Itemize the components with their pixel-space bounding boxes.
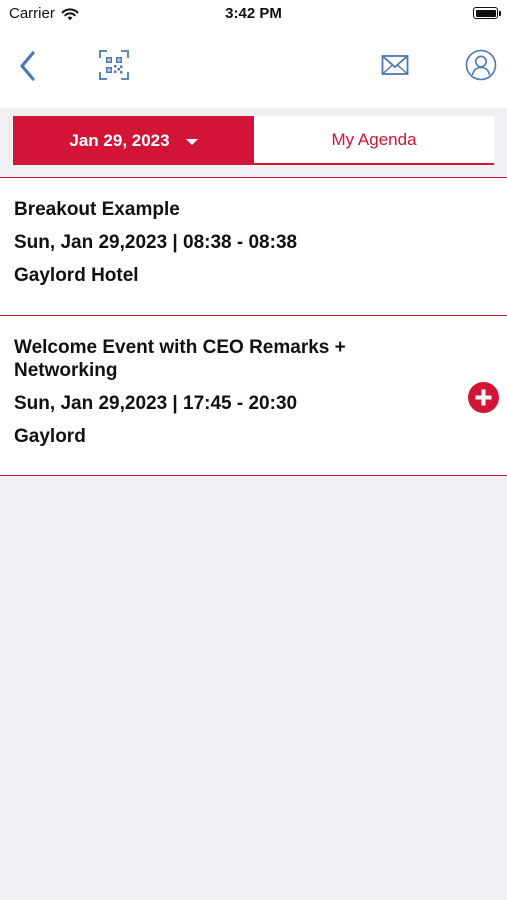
envelope-icon bbox=[381, 55, 409, 75]
session-list: Breakout Example Sun, Jan 29,2023 | 08:3… bbox=[0, 177, 507, 476]
session-title: Breakout Example bbox=[14, 199, 180, 220]
session-time: Sun, Jan 29,2023 | 08:38 - 08:38 bbox=[14, 232, 298, 253]
date-picker-tab[interactable]: Jan 29, 2023 bbox=[13, 116, 254, 165]
add-to-agenda-button[interactable] bbox=[468, 382, 499, 413]
my-agenda-label: My Agenda bbox=[331, 129, 417, 149]
session-venue: Gaylord Hotel bbox=[14, 265, 139, 286]
agenda-segmented-control: Jan 29, 2023 My Agenda bbox=[13, 116, 494, 165]
session-card[interactable]: Breakout Example Sun, Jan 29,2023 | 08:3… bbox=[0, 177, 507, 315]
add-circle-icon bbox=[475, 389, 492, 406]
session-title: Welcome Event with CEO Remarks + Network… bbox=[14, 337, 346, 381]
battery-icon bbox=[473, 7, 501, 19]
tab-my-agenda[interactable]: My Agenda bbox=[254, 116, 494, 165]
battery-level bbox=[475, 9, 496, 17]
user-circle-icon bbox=[465, 49, 497, 81]
session-time: Sun, Jan 29,2023 | 17:45 - 20:30 bbox=[14, 393, 298, 414]
qr-scan-icon bbox=[99, 50, 129, 80]
caret-down-icon bbox=[185, 138, 198, 145]
qr-scan-button[interactable] bbox=[96, 46, 132, 84]
status-bar: Carrier 3:42 PM bbox=[0, 0, 507, 28]
profile-button[interactable] bbox=[464, 48, 498, 82]
clock: 3:42 PM bbox=[225, 5, 282, 22]
date-label: Jan 29, 2023 bbox=[69, 130, 170, 150]
back-button[interactable] bbox=[12, 48, 44, 84]
session-venue: Gaylord bbox=[14, 426, 86, 447]
messages-button[interactable] bbox=[378, 50, 412, 80]
session-card[interactable]: Welcome Event with CEO Remarks + Network… bbox=[0, 315, 507, 476]
navigation-bar bbox=[0, 28, 507, 108]
chevron-left-icon bbox=[20, 51, 35, 81]
